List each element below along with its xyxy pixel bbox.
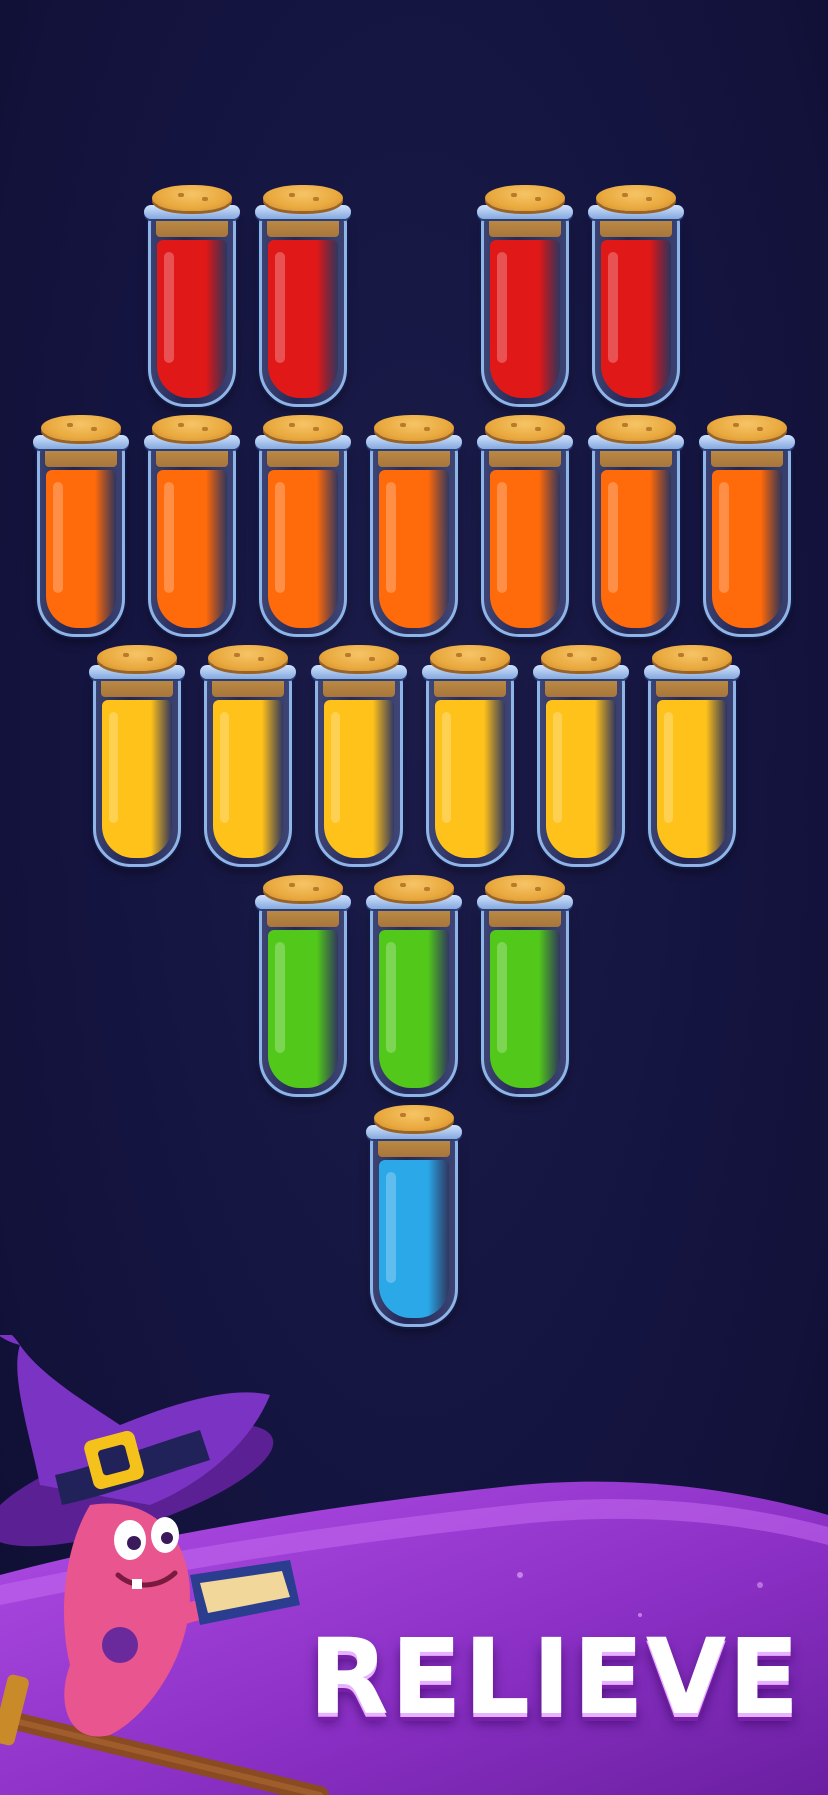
cork-icon bbox=[374, 875, 454, 901]
liquid-fill bbox=[46, 470, 116, 628]
cork-icon bbox=[96, 645, 177, 671]
liquid-fill bbox=[434, 700, 505, 858]
liquid-fill bbox=[490, 470, 560, 628]
tube-glass bbox=[259, 443, 347, 637]
liquid-fill bbox=[157, 470, 227, 628]
tube-glass bbox=[481, 903, 569, 1097]
potion-tube[interactable] bbox=[699, 415, 795, 639]
tube-glass bbox=[481, 443, 569, 637]
tube-glass bbox=[148, 213, 236, 407]
tube-glass bbox=[536, 673, 625, 867]
tube-glass bbox=[647, 673, 736, 867]
liquid-fill bbox=[268, 930, 338, 1088]
cork-icon bbox=[41, 415, 121, 441]
tube-glass bbox=[148, 443, 236, 637]
cork-icon bbox=[374, 1105, 454, 1131]
potion-tube[interactable] bbox=[144, 415, 240, 639]
liquid-fill bbox=[323, 700, 394, 858]
potion-tube[interactable] bbox=[366, 415, 462, 639]
slogan-text: RELIEVE bbox=[308, 1616, 802, 1738]
potion-tube[interactable] bbox=[144, 185, 240, 409]
liquid-fill bbox=[157, 240, 227, 398]
potion-tube[interactable] bbox=[588, 415, 684, 639]
liquid-fill bbox=[601, 240, 671, 398]
tube-glass bbox=[370, 903, 458, 1097]
potion-tube[interactable] bbox=[421, 645, 518, 869]
cork-icon bbox=[207, 645, 288, 671]
tube-glass bbox=[592, 443, 680, 637]
potion-tube[interactable] bbox=[310, 645, 407, 869]
liquid-fill bbox=[490, 240, 560, 398]
tube-glass bbox=[314, 673, 403, 867]
potion-tube[interactable] bbox=[477, 185, 573, 409]
cork-icon bbox=[263, 415, 343, 441]
cork-icon bbox=[152, 185, 232, 211]
cork-icon bbox=[485, 185, 565, 211]
potion-tube[interactable] bbox=[199, 645, 296, 869]
cork-icon bbox=[429, 645, 510, 671]
liquid-fill bbox=[656, 700, 727, 858]
tube-glass bbox=[259, 213, 347, 407]
liquid-fill bbox=[712, 470, 782, 628]
tube-glass bbox=[203, 673, 292, 867]
liquid-fill bbox=[379, 1160, 449, 1318]
tube-glass bbox=[370, 443, 458, 637]
liquid-fill bbox=[212, 700, 283, 858]
cork-icon bbox=[596, 185, 676, 211]
cork-icon bbox=[263, 185, 343, 211]
potion-tube[interactable] bbox=[643, 645, 740, 869]
tube-glass bbox=[259, 903, 347, 1097]
potion-tube[interactable] bbox=[255, 875, 351, 1099]
cork-icon bbox=[596, 415, 676, 441]
liquid-fill bbox=[268, 470, 338, 628]
liquid-fill bbox=[545, 700, 616, 858]
game-board: RELIEVE bbox=[0, 0, 828, 1795]
tube-glass bbox=[592, 213, 680, 407]
cork-icon bbox=[540, 645, 621, 671]
potion-tube[interactable] bbox=[588, 185, 684, 409]
tube-glass bbox=[37, 443, 125, 637]
potion-tube[interactable] bbox=[366, 875, 462, 1099]
potion-tube[interactable] bbox=[255, 415, 351, 639]
liquid-fill bbox=[268, 240, 338, 398]
liquid-fill bbox=[101, 700, 172, 858]
tube-glass bbox=[92, 673, 181, 867]
liquid-fill bbox=[379, 470, 449, 628]
tube-glass bbox=[425, 673, 514, 867]
tube-glass bbox=[703, 443, 791, 637]
cork-icon bbox=[152, 415, 232, 441]
cork-icon bbox=[263, 875, 343, 901]
potion-tube[interactable] bbox=[366, 1105, 462, 1329]
tube-glass bbox=[481, 213, 569, 407]
liquid-fill bbox=[379, 930, 449, 1088]
tube-glass bbox=[370, 1133, 458, 1327]
cork-icon bbox=[374, 415, 454, 441]
witch-character-icon bbox=[0, 1335, 329, 1795]
cork-icon bbox=[707, 415, 787, 441]
potion-tube[interactable] bbox=[532, 645, 629, 869]
potion-tube[interactable] bbox=[477, 415, 573, 639]
liquid-fill bbox=[601, 470, 671, 628]
cork-icon bbox=[318, 645, 399, 671]
potion-tube[interactable] bbox=[255, 185, 351, 409]
cork-icon bbox=[651, 645, 732, 671]
cork-icon bbox=[485, 875, 565, 901]
potion-tube[interactable] bbox=[477, 875, 573, 1099]
potion-tube[interactable] bbox=[33, 415, 129, 639]
cork-icon bbox=[485, 415, 565, 441]
liquid-fill bbox=[490, 930, 560, 1088]
potion-tube[interactable] bbox=[88, 645, 185, 869]
